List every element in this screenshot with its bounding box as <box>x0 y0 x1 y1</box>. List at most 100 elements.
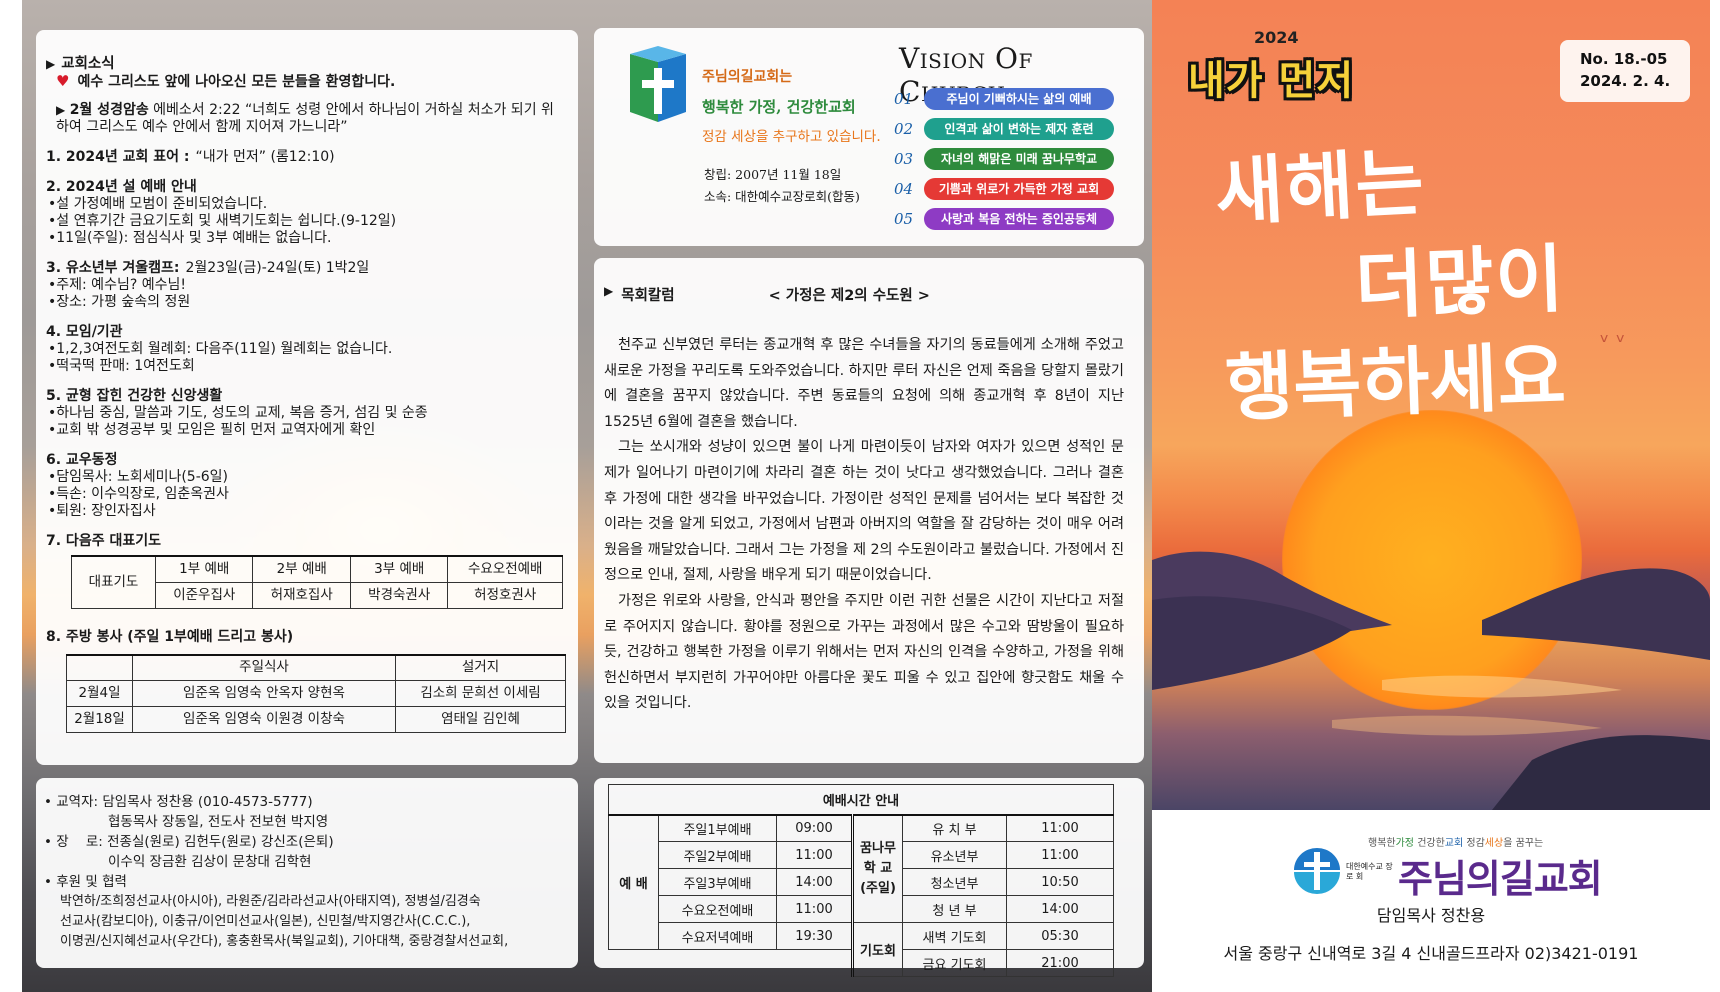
times-spacer <box>609 950 853 977</box>
kitchen-date: 2월4일 <box>66 680 133 707</box>
support-label: • 후원 및 협력 <box>44 874 127 890</box>
school-name: 청 년 부 <box>902 895 1007 923</box>
column-paragraph: 그는 쏘시개와 성냥이 있으면 불이 나게 마련이듯이 남자와 여자가 있으면 … <box>604 439 1124 584</box>
elders-line-2: 이수익 장금환 김상이 문창대 김학현 <box>108 854 312 870</box>
vision-item: 05 사랑과 복음 전하는 증인공동체 <box>894 204 1114 234</box>
worship-name: 주일3부예배 <box>658 868 777 896</box>
kitchen-title: 8. 주방 봉사 (주일 1부예배 드리고 봉사) <box>46 628 294 645</box>
column-title: < 가정은 제2의 수도원 > <box>768 288 930 304</box>
school-name: 유 치 부 <box>902 814 1007 842</box>
church-tagline: 행복한가정 건강한교회 정감세상을 꿈꾸는 <box>1368 838 1544 849</box>
news-item: 2. 2024년 설 예배 안내 •설 가정예배 모범이 준비되었습니다. •설 연… <box>46 179 564 247</box>
support-line: 박연하/조희정선교사(아시아), 라원준/김라라선교사(아태지역), 정병설/김… <box>60 894 481 909</box>
news-item-line: •교회 밖 성경공부 및 모임은 필히 먼저 교역자에게 확인 <box>48 422 376 438</box>
senior-pastor: 담임목사 정찬용 <box>1376 906 1486 925</box>
prayer-name: 허정호권사 <box>447 581 563 609</box>
column-paragraph: 가정은 위로와 사랑을, 안식과 평안을 주지만 이런 귀한 선물은 시간이 지… <box>604 592 1124 712</box>
news-heading: ▶ 교회소식 <box>46 56 115 72</box>
clergy-line-2: 협동목사 장동일, 전도사 전보현 박지영 <box>108 814 329 830</box>
news-item: 7. 다음주 대표기도 <box>46 533 564 550</box>
news-item-line: •설 연휴기간 금요기도회 및 새벽기도회는 쉽니다.(9-12일) <box>48 213 397 229</box>
new-year-greeting: 새해는 더많이 행복하세요 <box>1213 139 1568 432</box>
kitchen-header: 설거지 <box>395 654 566 681</box>
worship-time: 09:00 <box>776 814 853 842</box>
news-item: 1. 2024년 교회 표어 : “내가 먼저” (롬12:10) <box>46 149 564 166</box>
memory-verse: ▶ 2월 성경암송 에베소서 2:22 “너희도 성령 안에서 하나님이 거하실… <box>56 102 554 135</box>
worship-time: 19:30 <box>776 922 853 950</box>
news-item-line: •퇴원: 장인자집사 <box>48 503 156 519</box>
bird-icon: ᵛ ᵛ <box>1600 330 1626 355</box>
kitchen-blank <box>66 654 133 681</box>
prayer-meeting-name: 금요 기도회 <box>902 949 1007 977</box>
church-logo-icon <box>630 46 686 122</box>
school-time: 10:50 <box>1006 868 1114 896</box>
column-body: 천주교 신부였던 루터는 종교개혁 후 많은 수녀들을 자기의 동료들에게 소개… <box>604 333 1124 717</box>
times-title: 예배시간 안내 <box>608 784 1114 816</box>
news-item-line: •1,2,3여전도회 월례회: 다음주(11일) 월례회는 없습니다. <box>48 341 393 357</box>
worship-name: 주일2부예배 <box>658 841 777 869</box>
prayer-header: 수요오전예배 <box>447 555 563 583</box>
news-item-line: •장소: 가평 숲속의 정원 <box>48 294 191 310</box>
kitchen-meal: 임준옥 임영숙 이원경 이창숙 <box>132 706 396 733</box>
welcome-line: ♥ 예수 그리스도 앞에 나아오신 모든 분들을 환영합니다. <box>56 72 396 91</box>
prayer-name: 박경숙권사 <box>349 581 449 609</box>
worship-time: 11:00 <box>776 895 853 923</box>
church-news-panel: ▶ 교회소식 ♥ 예수 그리스도 앞에 나아오신 모든 분들을 환영합니다. ▶ … <box>36 30 578 765</box>
news-item-title: 1. 2024년 교회 표어 : “내가 먼저” (롬12:10) <box>46 149 335 165</box>
news-item-line: •주제: 예수님? 예수님! <box>48 277 186 293</box>
vision-pill: 자녀의 해맑은 미래 꿈나무학교 <box>924 148 1114 170</box>
worship-name: 수요저녁예배 <box>658 922 777 950</box>
news-item-title: 4. 모임/기관 <box>46 324 123 340</box>
vision-number: 05 <box>894 210 914 228</box>
prayer-table: 대표기도 1부 예배 2부 예배 3부 예배 수요오전예배 이준우집사 허재호집… <box>71 555 563 609</box>
school-name: 유소년부 <box>902 841 1007 869</box>
vision-pill: 기쁨과 위로가 가득한 가정 교회 <box>924 178 1114 200</box>
vision-item: 03 자녀의 해맑은 미래 꿈나무학교 <box>894 144 1114 174</box>
triangle-bullet-icon: ▶ <box>604 284 614 298</box>
vision-list: 01 주님이 기뻐하시는 삶의 예배 02 인격과 삶이 변하는 제자 훈련 03 자녀의… <box>894 84 1114 234</box>
worship-name: 수요오전예배 <box>658 895 777 923</box>
kitchen-date: 2월18일 <box>66 706 133 733</box>
issue-number: No. 18.-05 <box>1580 50 1668 68</box>
motto-badge: 2024 내가 먼저 <box>1188 28 1355 104</box>
church-info: 창립: 2007년 11월 18일 소속: 대한예수교장로회(합동) <box>704 167 860 204</box>
staff-panel: • 교역자: 담임목사 정찬용 (010-4573-5777) 협동목사 장동일… <box>36 778 578 968</box>
worship-name: 주일1부예배 <box>658 814 777 842</box>
denomination-name: 대한예수교 장 로 회 <box>1346 862 1393 881</box>
group-school: 꿈나무 학 교 (주일) <box>851 814 903 923</box>
prayer-row-label: 대표기도 <box>71 555 156 609</box>
news-item: 4. 모임/기관 •1,2,3여전도회 월례회: 다음주(11일) 월례회는 없습… <box>46 324 564 375</box>
prayer-meeting-time: 21:00 <box>1006 949 1114 977</box>
vision-pill: 인격과 삶이 변하는 제자 훈련 <box>924 118 1114 140</box>
triangle-bullet-icon: ▶ <box>56 103 66 117</box>
kitchen-meal: 임준옥 임영숙 안옥자 양현옥 <box>132 680 396 707</box>
school-time: 14:00 <box>1006 895 1114 923</box>
kitchen-service-table: 주일식사 설거지 2월4일 임준옥 임영숙 안옥자 양현옥 김소희 문희선 이세… <box>66 654 566 733</box>
vision-number: 03 <box>894 150 914 168</box>
news-item-line: •떡국떡 판매: 1여전도회 <box>48 358 195 374</box>
kitchen-dish: 염태일 김인혜 <box>395 706 566 733</box>
prayer-meeting-time: 05:30 <box>1006 922 1114 950</box>
worship-times-panel: 예배시간 안내 예 배 주일1부예배 09:00 꿈나무 학 교 (주일) 유 … <box>594 778 1144 977</box>
pastor-column-panel: ▶ 목회칼럼 < 가정은 제2의 수도원 > 천주교 신부였던 루터는 종교개혁… <box>594 258 1144 763</box>
worship-time: 14:00 <box>776 868 853 896</box>
news-item-title: 6. 교우동정 <box>46 452 118 468</box>
kitchen-header: 주일식사 <box>132 654 396 681</box>
vision-number: 04 <box>894 180 914 198</box>
vision-number: 02 <box>894 120 914 138</box>
clergy-line: • 교역자: 담임목사 정찬용 (010-4573-5777) <box>44 794 313 810</box>
school-time: 11:00 <box>1006 841 1114 869</box>
vision-pill: 사랑과 복음 전하는 증인공동체 <box>924 208 1114 230</box>
issue-box: No. 18.-05 2024. 2. 4. <box>1560 40 1690 102</box>
group-prayer: 기도회 <box>851 922 903 977</box>
prayer-name: 허재호집사 <box>252 581 351 609</box>
column-heading: ▶ 목회칼럼 < 가정은 제2의 수도원 > <box>604 284 930 304</box>
prayer-header: 2부 예배 <box>252 555 351 583</box>
news-item: 5. 균형 잡힌 건강한 신앙생활 •하나님 중심, 말씀과 기도, 성도의 교제… <box>46 388 564 439</box>
church-address: 서울 중랑구 신내역로 3길 4 신내골드프라자 02)3421-0191 <box>1223 944 1639 963</box>
church-name: 주님의길교회 <box>1398 857 1603 901</box>
news-item-line: •11일(주일): 점심식사 및 3부 예배는 없습니다. <box>48 230 332 246</box>
prayer-meeting-name: 새벽 기도회 <box>902 922 1007 950</box>
news-item-list: 1. 2024년 교회 표어 : “내가 먼저” (롬12:10) 2. 2024년… <box>46 149 564 550</box>
denomination-logo-icon <box>1294 848 1340 894</box>
